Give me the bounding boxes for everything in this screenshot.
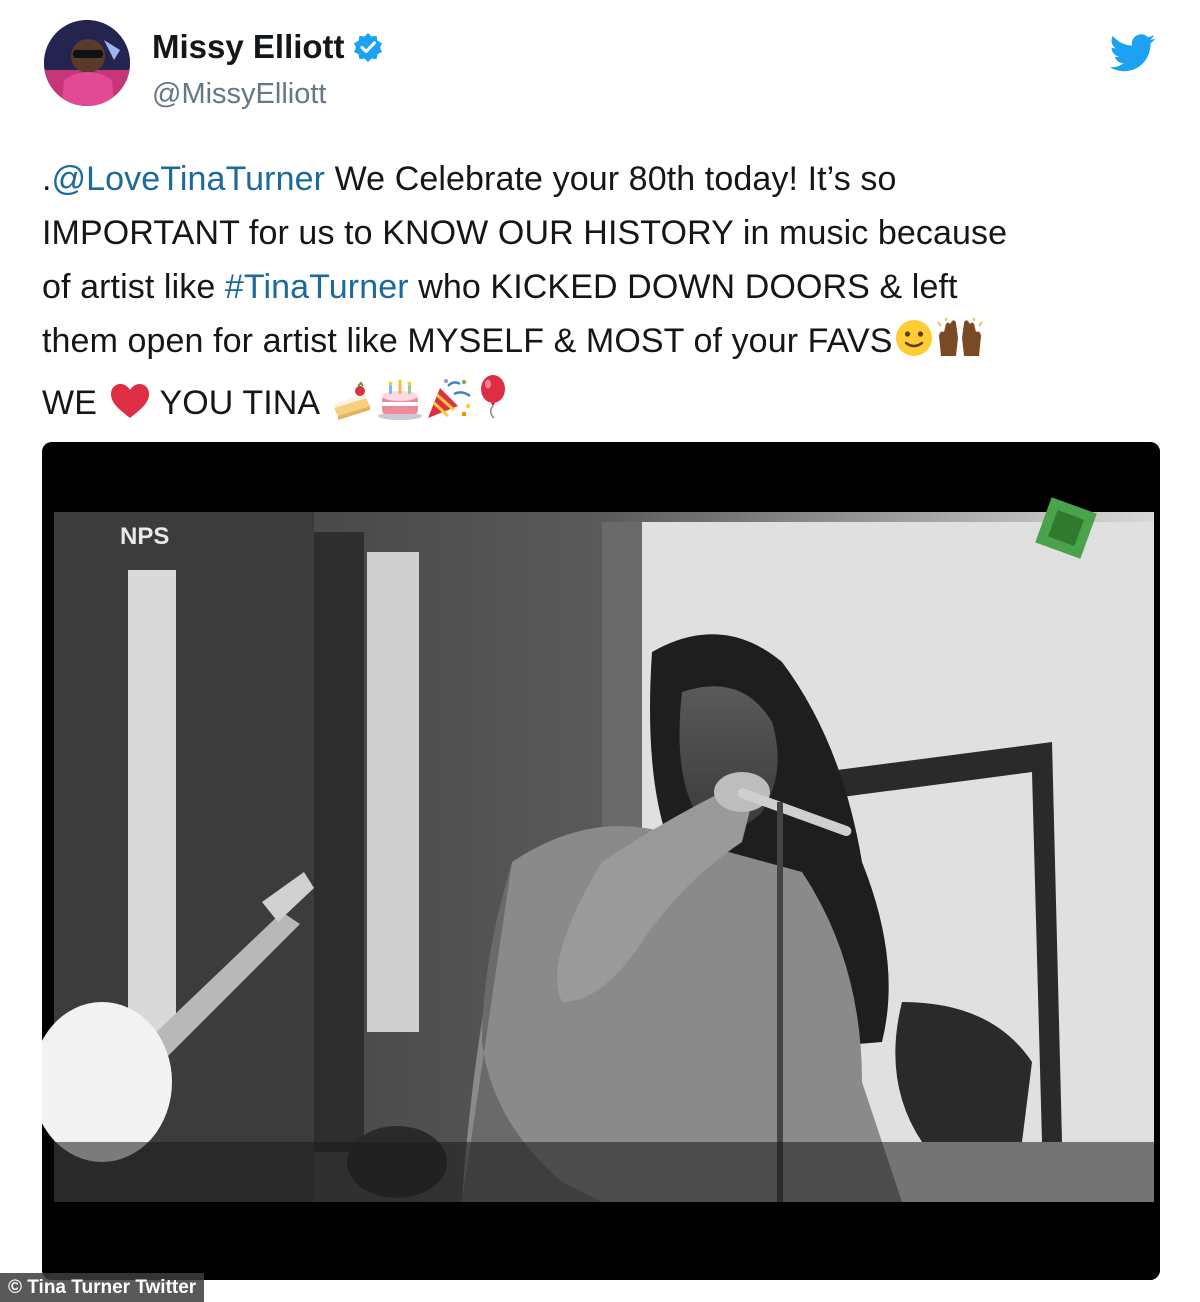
tweet-line-2: IMPORTANT for us to KNOW OUR HISTORY in … [42,214,1008,252]
tweet-text-segment: . [42,160,52,198]
birthday-cake-icon [376,379,424,436]
video-frame: NPS [42,442,1160,1280]
tweet-text-segment: of artist like [42,268,225,306]
video-watermark-left: NPS [120,523,169,550]
party-popper-icon [426,378,474,436]
video-player[interactable]: NPS [42,442,1160,1280]
display-name[interactable]: Missy Elliott [152,28,345,66]
hashtag-link[interactable]: #TinaTurner [225,268,409,306]
tweet-text-segment: YOU TINA [150,384,328,422]
tweet-line-1: .@LoveTinaTurner We Celebrate your 80th … [42,152,1172,206]
tweet-line-5: WE YOU TINA [42,374,1172,436]
author-name-row: Missy Elliott [152,28,383,66]
shortcake-icon [330,380,374,436]
tweet-line-4: them open for artist like MYSELF & MOST … [42,314,1172,374]
tweet-text-segment: WE [42,384,97,422]
balloon-icon [476,374,510,436]
tweet-text-segment: We Celebrate your 80th today! It’s so [325,160,897,198]
tweet-text-segment: who KICKED DOWN DOORS & left [408,268,958,306]
tweet-text-segment: them open for artist like MYSELF & MOST … [42,322,893,360]
tweet-header: Missy Elliott @MissyElliott [44,20,1164,120]
mention-link[interactable]: @LoveTinaTurner [52,160,326,198]
raising-hands-icon [936,318,984,374]
photo-credit: © Tina Turner Twitter [0,1273,205,1302]
twitter-bird-icon[interactable] [1109,34,1156,72]
verified-badge-icon [353,32,383,62]
tweet-line-3: of artist like #TinaTurner who KICKED DO… [42,260,1172,314]
red-heart-icon [109,382,151,436]
tweet-text: .@LoveTinaTurner We Celebrate your 80th … [42,152,1172,436]
slightly-smiling-face-icon [894,318,934,374]
author-handle[interactable]: @MissyElliott [152,78,326,111]
avatar[interactable] [44,20,130,106]
